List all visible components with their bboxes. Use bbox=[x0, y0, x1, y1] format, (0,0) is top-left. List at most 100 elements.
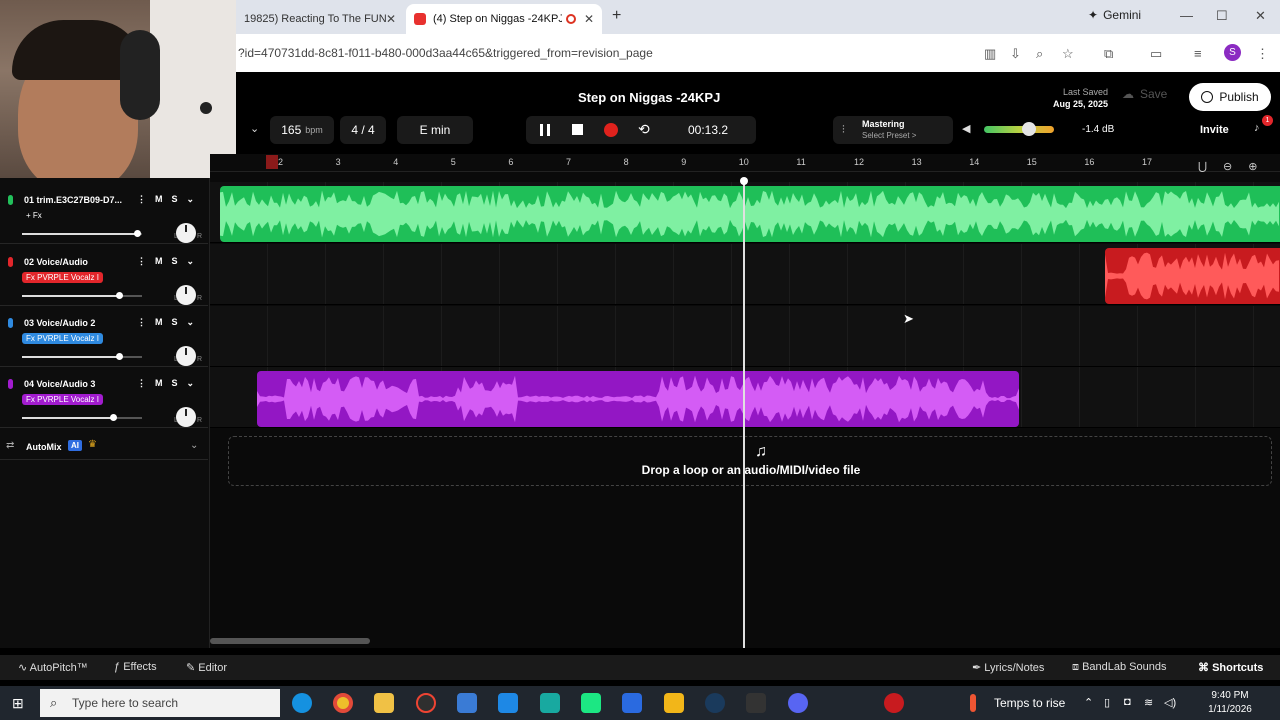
tab-bandlab[interactable]: (4) Step on Niggas -24KPJ ✕ bbox=[406, 4, 602, 34]
loop-marker[interactable] bbox=[266, 155, 278, 169]
chevron-down-icon[interactable]: ⌄ bbox=[187, 317, 195, 328]
fx-chip[interactable]: Fx PVRPLE Vocalz I bbox=[22, 272, 103, 283]
chevron-down-icon[interactable]: ⌄ bbox=[187, 256, 195, 267]
app-icon[interactable] bbox=[540, 693, 560, 713]
fx-chip[interactable]: Fx PVRPLE Vocalz I bbox=[22, 394, 103, 405]
chevron-up-icon[interactable]: ⌃ bbox=[1084, 696, 1093, 709]
track-volume-slider[interactable] bbox=[22, 414, 142, 421]
playhead[interactable] bbox=[743, 180, 745, 648]
kebab-icon[interactable]: ⋮ bbox=[137, 378, 146, 389]
audio-clip-track-2[interactable] bbox=[1105, 248, 1280, 304]
chevron-down-icon[interactable]: ⌄ bbox=[187, 194, 195, 205]
install-icon[interactable]: ⇩ bbox=[1010, 46, 1021, 62]
hulu-icon[interactable] bbox=[581, 693, 601, 713]
taskbar-search-box[interactable]: ⌕ Type here to search bbox=[40, 689, 280, 717]
mail-icon[interactable] bbox=[498, 693, 518, 713]
chevron-down-icon[interactable]: ⌄ bbox=[190, 440, 198, 451]
kebab-icon[interactable]: ⋮ bbox=[137, 256, 146, 267]
automix-row[interactable]: ⇄ AutoMix AI ♛ ⌄ bbox=[0, 434, 208, 460]
chrome-icon[interactable] bbox=[333, 693, 353, 713]
tempo-control[interactable]: 165 bpm bbox=[270, 116, 334, 144]
url-field[interactable]: ?id=470731dd-8c81-f011-b480-000d3aa44c65… bbox=[238, 46, 653, 60]
rockstar-icon[interactable] bbox=[664, 693, 684, 713]
pan-knob[interactable] bbox=[176, 223, 196, 243]
edge-icon[interactable] bbox=[292, 693, 312, 713]
time-signature-control[interactable]: 4 / 4 bbox=[340, 116, 386, 144]
pan-knob[interactable] bbox=[176, 407, 196, 427]
app-icon[interactable] bbox=[622, 693, 642, 713]
maximize-icon[interactable]: ☐ bbox=[1216, 8, 1228, 24]
bell-icon[interactable]: ♪ bbox=[1254, 122, 1260, 134]
cast-icon[interactable]: ▭ bbox=[1150, 46, 1162, 62]
camera-icon[interactable]: ◘ bbox=[1124, 696, 1131, 708]
key-control[interactable]: E min bbox=[397, 116, 473, 144]
track-header-4[interactable]: 04 Voice/Audio 3 Fx PVRPLE Vocalz I ⋮ M S ⌄… bbox=[0, 367, 208, 428]
solo-button[interactable]: S bbox=[172, 256, 178, 267]
drop-zone[interactable]: ♫ Drop a loop or an audio/MIDI/video fil… bbox=[228, 436, 1272, 486]
kebab-icon[interactable]: ⋮ bbox=[137, 194, 146, 205]
audio-clip-track-4[interactable] bbox=[257, 371, 1019, 427]
track-name[interactable]: 03 Voice/Audio 2 bbox=[24, 318, 95, 328]
track-lane-3[interactable] bbox=[210, 306, 1280, 367]
extensions-icon[interactable]: ⧉ bbox=[1104, 46, 1113, 62]
audio-clip-track-1[interactable] bbox=[220, 186, 1280, 242]
mute-button[interactable]: M bbox=[155, 378, 163, 389]
track-name[interactable]: 04 Voice/Audio 3 bbox=[24, 379, 95, 389]
gemini-button[interactable]: ✦ Gemini bbox=[1088, 8, 1141, 22]
track-name[interactable]: 02 Voice/Audio bbox=[24, 257, 88, 267]
new-tab-button[interactable]: + bbox=[612, 7, 621, 25]
mute-button[interactable]: M bbox=[155, 317, 163, 328]
epic-games-icon[interactable] bbox=[746, 693, 766, 713]
arrangement-area[interactable]: ♫ Drop a loop or an audio/MIDI/video fil… bbox=[210, 172, 1280, 648]
shortcuts-button[interactable]: ⌘ Shortcuts bbox=[1198, 661, 1263, 674]
lyrics-notes-button[interactable]: ✒ Lyrics/Notes bbox=[972, 661, 1044, 674]
master-volume-slider[interactable] bbox=[984, 126, 1054, 133]
fx-chip[interactable]: Fx PVRPLE Vocalz I bbox=[22, 333, 103, 344]
media-controls-icon[interactable]: ≡ bbox=[1194, 46, 1202, 61]
speaker-icon[interactable]: ◀︎ bbox=[962, 122, 970, 135]
kebab-icon[interactable]: ⋮ bbox=[137, 317, 146, 328]
discord-icon[interactable] bbox=[788, 693, 808, 713]
publish-button[interactable]: Publish bbox=[1189, 83, 1271, 111]
tab-reacting[interactable]: 19825) Reacting To The FUNNI ✕ bbox=[236, 4, 404, 34]
save-button[interactable]: ☁ Save bbox=[1122, 87, 1167, 101]
fx-chip[interactable]: + Fx bbox=[22, 210, 46, 221]
bandlab-icon[interactable] bbox=[884, 693, 904, 713]
editor-button[interactable]: ✎ Editor bbox=[186, 661, 227, 674]
wifi-icon[interactable]: ≋ bbox=[1144, 696, 1153, 709]
record-button[interactable] bbox=[604, 123, 618, 137]
track-header-1[interactable]: 01 trim.E3C27B09-D7... + Fx ⋮ M S ⌄ L R bbox=[0, 183, 208, 244]
battery-icon[interactable]: ▯ bbox=[1104, 696, 1110, 709]
close-icon[interactable]: ✕ bbox=[584, 12, 594, 26]
effects-button[interactable]: ƒ Effects bbox=[114, 661, 157, 673]
close-window-icon[interactable]: ✕ bbox=[1255, 8, 1266, 24]
volume-icon[interactable]: ◁) bbox=[1164, 696, 1176, 709]
solo-button[interactable]: S bbox=[172, 378, 178, 389]
track-header-3[interactable]: 03 Voice/Audio 2 Fx PVRPLE Vocalz I ⋮ M S ⌄… bbox=[0, 306, 208, 367]
track-volume-slider[interactable] bbox=[22, 292, 142, 299]
bandlab-sounds-button[interactable]: ⧈ BandLab Sounds bbox=[1072, 661, 1166, 674]
timeline-ruler[interactable]: 2 3 4 5 6 7 8 9 10 11 12 13 14 15 16 17 bbox=[210, 154, 1280, 172]
mute-button[interactable]: M bbox=[155, 256, 163, 267]
close-icon[interactable]: ✕ bbox=[386, 12, 396, 26]
menu-kebab-icon[interactable]: ⋮ bbox=[1256, 46, 1269, 62]
store-icon[interactable] bbox=[457, 693, 477, 713]
chevron-down-icon[interactable]: ⌄ bbox=[250, 122, 259, 135]
chevron-down-icon[interactable]: ⌄ bbox=[187, 378, 195, 389]
pan-knob[interactable] bbox=[176, 285, 196, 305]
reading-mode-icon[interactable]: ▥ bbox=[984, 46, 996, 62]
mastering-button[interactable]: ⫶ Mastering Select Preset > bbox=[833, 116, 953, 144]
playhead-handle[interactable] bbox=[740, 177, 748, 185]
obs-icon[interactable] bbox=[416, 693, 436, 713]
steam-icon[interactable] bbox=[705, 693, 725, 713]
pause-button[interactable] bbox=[540, 124, 550, 136]
volume-knob[interactable] bbox=[1022, 122, 1036, 136]
invite-button[interactable]: Invite bbox=[1200, 124, 1229, 136]
track-header-2[interactable]: 02 Voice/Audio Fx PVRPLE Vocalz I ⋮ M S ⌄ L… bbox=[0, 245, 208, 306]
loop-icon[interactable]: ⟲ bbox=[638, 121, 650, 138]
horizontal-scrollbar[interactable] bbox=[210, 638, 370, 644]
stop-button[interactable] bbox=[572, 124, 583, 135]
profile-avatar[interactable]: S bbox=[1224, 44, 1241, 61]
mute-button[interactable]: M bbox=[155, 194, 163, 205]
track-volume-slider[interactable] bbox=[22, 353, 142, 360]
